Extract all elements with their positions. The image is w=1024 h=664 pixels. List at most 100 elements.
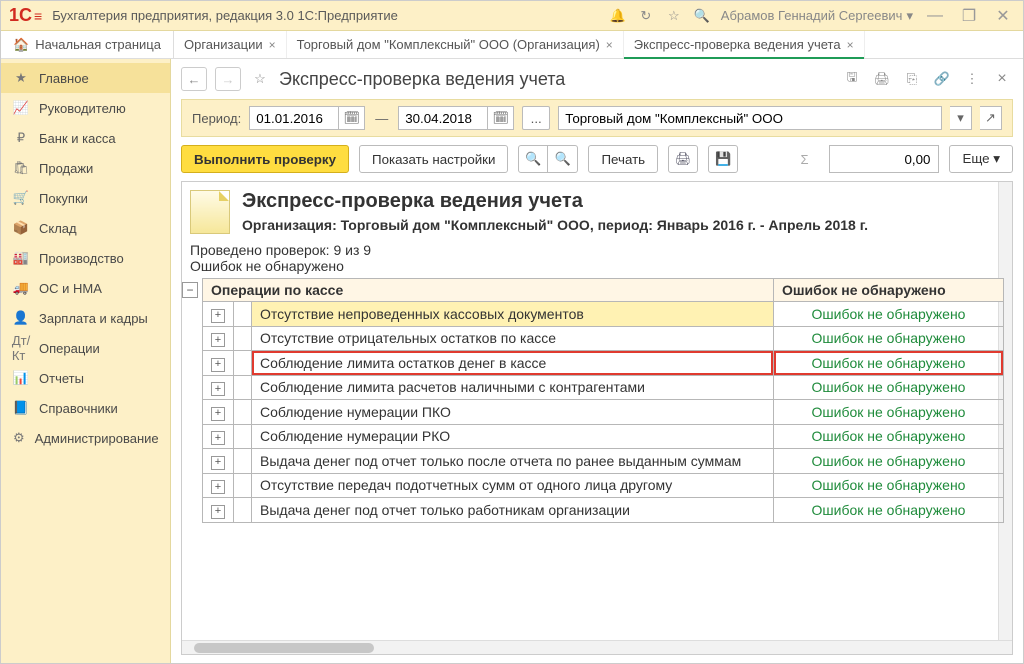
nav-icon: 📈: [13, 100, 29, 116]
export-icon[interactable]: ⎘: [901, 68, 923, 90]
window-close[interactable]: ✕: [991, 6, 1015, 26]
sidebar-item-5[interactable]: 📦Склад: [1, 213, 170, 243]
tab-express-check[interactable]: Экспресс-проверка ведения учета ×: [624, 31, 865, 58]
operation-cell: Выдача денег под отчет только работникам…: [252, 498, 774, 523]
user-name[interactable]: Абрамов Геннадий Сергеевич ▾: [721, 8, 913, 24]
nav-label: Руководителю: [39, 101, 126, 116]
table-row[interactable]: + Выдача денег под отчет только после отч…: [203, 449, 1004, 474]
nav-label: Покупки: [39, 191, 88, 206]
section-header: Операции по кассе: [203, 279, 774, 302]
close-icon[interactable]: ×: [847, 38, 854, 52]
show-settings-button[interactable]: Показать настройки: [359, 145, 508, 173]
title-bar: 1С≡ Бухгалтерия предприятия, редакция 3.…: [1, 1, 1023, 31]
table-row[interactable]: +Соблюдение лимита расчетов наличными с …: [203, 375, 1004, 400]
expand-toggle[interactable]: +: [211, 456, 225, 470]
favorite-icon[interactable]: ☆: [249, 68, 271, 90]
calendar-icon[interactable]: 🗓: [339, 106, 365, 130]
app-logo: 1С≡: [9, 5, 42, 26]
tab-organizations[interactable]: Организации ×: [174, 31, 287, 58]
sidebar-item-2[interactable]: ₽Банк и касса: [1, 123, 170, 153]
nav-icon: 📊: [13, 370, 29, 386]
status-cell: Ошибок не обнаружено: [774, 424, 1004, 449]
expand-toggle[interactable]: +: [211, 382, 225, 396]
table-row[interactable]: +Соблюдение нумерации ПКООшибок не обнар…: [203, 400, 1004, 425]
print-icon[interactable]: 🖨: [871, 68, 893, 90]
close-icon[interactable]: ×: [606, 38, 613, 52]
period-to-input[interactable]: [398, 106, 488, 130]
history-icon[interactable]: ↻: [637, 7, 655, 25]
nav-icon: 📘: [13, 400, 29, 416]
sidebar-item-4[interactable]: 🛒Покупки: [1, 183, 170, 213]
toolbar: Выполнить проверку Показать настройки 🔍 …: [171, 137, 1023, 181]
organization-input[interactable]: [558, 106, 942, 130]
operation-cell: Отсутствие отрицательных остатков по кас…: [252, 326, 774, 351]
open-org-icon[interactable]: ↗: [980, 106, 1002, 130]
errors-count: Ошибок не обнаружено: [190, 258, 996, 274]
sum-input[interactable]: [829, 145, 939, 173]
tab-home[interactable]: 🏠 Начальная страница: [1, 31, 174, 58]
window-restore[interactable]: ❐: [957, 6, 981, 26]
run-check-button[interactable]: Выполнить проверку: [181, 145, 349, 173]
print-preview-button[interactable]: 🖨: [668, 145, 698, 173]
page-header: ← → ☆ Экспресс-проверка ведения учета 🖫 …: [171, 59, 1023, 95]
window-minimize[interactable]: —: [923, 7, 947, 25]
period-picker-button[interactable]: ...: [522, 106, 550, 130]
more-button[interactable]: Еще ▾: [949, 145, 1013, 173]
star-icon[interactable]: ☆: [665, 7, 683, 25]
dropdown-icon[interactable]: ▾: [950, 106, 972, 130]
sidebar-item-3[interactable]: 🛍Продажи: [1, 153, 170, 183]
tab-org-card[interactable]: Торговый дом "Комплексный" ООО (Организа…: [287, 31, 624, 58]
report-subtitle: Организация: Торговый дом "Комплексный" …: [242, 217, 868, 233]
table-row[interactable]: +Отсутствие передач подотчетных сумм от …: [203, 473, 1004, 498]
bell-icon[interactable]: 🔔: [609, 7, 627, 25]
table-row[interactable]: + Выдача денег под отчет только работника…: [203, 498, 1004, 523]
tabs-row: 🏠 Начальная страница Организации × Торго…: [1, 31, 1023, 59]
nav-icon: 📦: [13, 220, 29, 236]
expand-toggle[interactable]: +: [211, 505, 225, 519]
sidebar-item-10[interactable]: 📊Отчеты: [1, 363, 170, 393]
sidebar-item-0[interactable]: ★Главное: [1, 63, 170, 93]
nav-label: Справочники: [39, 401, 118, 416]
table-row[interactable]: + Соблюдение нумерации РКООшибок не обнар…: [203, 424, 1004, 449]
calendar-icon[interactable]: 🗓: [488, 106, 514, 130]
section-collapse-toggle[interactable]: −: [182, 282, 198, 298]
sidebar-item-6[interactable]: 🏭Производство: [1, 243, 170, 273]
kebab-icon[interactable]: ⋮: [961, 68, 983, 90]
table-row[interactable]: +Соблюдение лимита остатков денег в касс…: [203, 351, 1004, 376]
page-close-button[interactable]: ×: [991, 68, 1013, 90]
zoom-out-button[interactable]: 🔍: [548, 145, 578, 173]
nav-icon: 🛍: [13, 160, 29, 176]
close-icon[interactable]: ×: [269, 38, 276, 52]
expand-toggle[interactable]: +: [211, 309, 225, 323]
status-cell: Ошибок не обнаружено: [774, 375, 1004, 400]
expand-toggle[interactable]: +: [211, 431, 225, 445]
sidebar-item-8[interactable]: 👤Зарплата и кадры: [1, 303, 170, 333]
expand-toggle[interactable]: +: [211, 358, 225, 372]
expand-toggle[interactable]: +: [211, 480, 225, 494]
nav-label: Главное: [39, 71, 89, 86]
nav-forward-button[interactable]: →: [215, 67, 241, 91]
link-icon[interactable]: 🔗: [931, 68, 953, 90]
operation-cell: Соблюдение нумерации РКО: [252, 424, 774, 449]
sidebar-item-7[interactable]: 🚚ОС и НМА: [1, 273, 170, 303]
nav-icon: ₽: [13, 130, 29, 146]
expand-toggle[interactable]: +: [211, 333, 225, 347]
print-button[interactable]: Печать: [588, 145, 658, 173]
sidebar-item-1[interactable]: 📈 Руководителю: [1, 93, 170, 123]
save-report-button[interactable]: 💾: [708, 145, 738, 173]
table-row[interactable]: + Отсутствие отрицательных остатков по ка…: [203, 326, 1004, 351]
horizontal-scrollbar[interactable]: [182, 640, 1012, 654]
sidebar-item-11[interactable]: 📘 Справочники: [1, 393, 170, 423]
sidebar-item-9[interactable]: Дт/КтОперации: [1, 333, 170, 363]
operation-cell: Выдача денег под отчет только после отче…: [252, 449, 774, 474]
zoom-in-button[interactable]: 🔍: [518, 145, 548, 173]
save-icon[interactable]: 🖫: [841, 68, 863, 90]
search-icon[interactable]: 🔍: [693, 7, 711, 25]
nav-label: Зарплата и кадры: [39, 311, 148, 326]
expand-toggle[interactable]: +: [211, 407, 225, 421]
period-from-input[interactable]: [249, 106, 339, 130]
status-cell: Ошибок не обнаружено: [774, 400, 1004, 425]
sidebar-item-12[interactable]: ⚙Администрирование: [1, 423, 170, 453]
nav-back-button[interactable]: ←: [181, 67, 207, 91]
table-row[interactable]: +Отсутствие непроведенных кассовых докум…: [203, 302, 1004, 327]
